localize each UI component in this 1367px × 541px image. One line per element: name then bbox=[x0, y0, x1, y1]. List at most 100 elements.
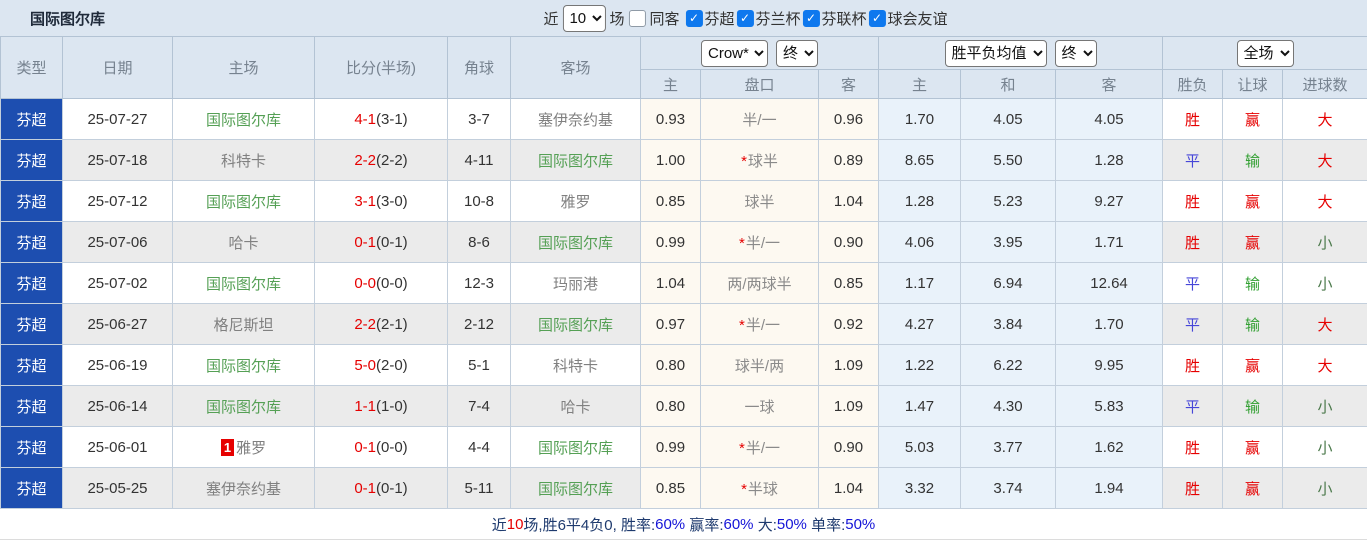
home-team[interactable]: 国际图尔库 bbox=[172, 385, 315, 427]
half-time-score: (2-1) bbox=[376, 315, 408, 333]
team-name[interactable]: 雅罗 bbox=[560, 194, 590, 211]
home-team[interactable]: 国际图尔库 bbox=[172, 98, 315, 140]
away-team[interactable]: 科特卡 bbox=[510, 344, 641, 386]
home-team[interactable]: 格尼斯坦 bbox=[172, 303, 315, 345]
match-date: 25-07-02 bbox=[62, 262, 173, 304]
avg-home-odds: 1.17 bbox=[878, 262, 962, 304]
filter-checkbox[interactable]: ✓ bbox=[868, 9, 886, 27]
avg-home-odds: 1.22 bbox=[878, 344, 962, 386]
summary-segment: 赢率: bbox=[685, 516, 724, 534]
match-date: 25-06-14 bbox=[62, 385, 173, 427]
focus-team-name[interactable]: 国际图尔库 bbox=[538, 235, 613, 252]
home-team[interactable]: 塞伊奈约基 bbox=[172, 467, 315, 509]
table-row: 芬超 25-07-06 哈卡 0-1(0-1) 8-6 国际图尔库 0.99 *… bbox=[0, 221, 1367, 263]
full-time-score: 2-2 bbox=[354, 151, 376, 169]
handicap-star: * bbox=[741, 480, 747, 498]
away-team[interactable]: 雅罗 bbox=[510, 180, 641, 222]
score-cell: 0-1(0-1) bbox=[314, 221, 448, 263]
away-team[interactable]: 国际图尔库 bbox=[510, 139, 641, 181]
summary-segment: 近 bbox=[491, 516, 507, 534]
home-team[interactable]: 科特卡 bbox=[172, 139, 315, 181]
league-type-badge: 芬超 bbox=[0, 98, 63, 140]
focus-team-name[interactable]: 国际图尔库 bbox=[206, 358, 281, 375]
summary-segment: 大: bbox=[753, 516, 777, 534]
filter-checkbox[interactable]: ✓ bbox=[685, 9, 703, 27]
focus-team-name[interactable]: 国际图尔库 bbox=[206, 194, 281, 211]
matches-label: 场 bbox=[609, 10, 625, 28]
handicap-odds-home: 0.80 bbox=[640, 385, 701, 427]
team-name[interactable]: 雅罗 bbox=[236, 440, 266, 457]
away-team[interactable]: 国际图尔库 bbox=[510, 426, 641, 468]
avg-away-odds: 1.94 bbox=[1055, 467, 1164, 509]
focus-team-name[interactable]: 国际图尔库 bbox=[538, 317, 613, 334]
handicap-result: 输 bbox=[1222, 262, 1284, 304]
avg-away-odds: 9.95 bbox=[1055, 344, 1164, 386]
focus-team-name[interactable]: 国际图尔库 bbox=[206, 112, 281, 129]
summary-line: 近 10 场,胜6平4负0, 胜率: 60% 赢率: 60% 大: 50% 单率: 50% bbox=[0, 509, 1367, 540]
match-date: 25-07-12 bbox=[62, 180, 173, 222]
home-team[interactable]: 哈卡 bbox=[172, 221, 315, 263]
match-date: 25-07-27 bbox=[62, 98, 173, 140]
filter-checkbox[interactable]: ✓ bbox=[802, 9, 820, 27]
match-date: 25-05-25 bbox=[62, 467, 173, 509]
team-name[interactable]: 哈卡 bbox=[228, 235, 258, 252]
team-name[interactable]: 科特卡 bbox=[553, 358, 598, 375]
team-name[interactable]: 哈卡 bbox=[560, 399, 590, 416]
handicap-odds-away: 1.09 bbox=[817, 344, 880, 386]
recent-count-select[interactable]: 10 bbox=[562, 4, 606, 32]
away-team[interactable]: 国际图尔库 bbox=[510, 467, 641, 509]
away-team[interactable]: 国际图尔库 bbox=[510, 303, 641, 345]
bookmaker-select[interactable]: Crow* bbox=[701, 39, 768, 67]
scope-select[interactable]: 全场 bbox=[1236, 39, 1294, 67]
away-team[interactable]: 国际图尔库 bbox=[510, 221, 641, 263]
focus-team-name[interactable]: 国际图尔库 bbox=[538, 481, 613, 498]
home-team[interactable]: 国际图尔库 bbox=[172, 180, 315, 222]
match-date: 25-07-06 bbox=[62, 221, 173, 263]
handicap-result: 赢 bbox=[1222, 180, 1284, 222]
team-name[interactable]: 塞伊奈约基 bbox=[538, 112, 613, 129]
avg-away-odds: 4.05 bbox=[1055, 98, 1164, 140]
focus-team-name[interactable]: 国际图尔库 bbox=[206, 276, 281, 293]
away-team[interactable]: 塞伊奈约基 bbox=[510, 98, 641, 140]
avg-away-odds: 1.70 bbox=[1055, 303, 1164, 345]
team-name[interactable]: 塞伊奈约基 bbox=[206, 481, 281, 498]
filter-checkbox[interactable]: ✓ bbox=[736, 9, 754, 27]
corner-count: 5-11 bbox=[447, 467, 511, 509]
corner-count: 4-4 bbox=[447, 426, 511, 468]
handicap-star: * bbox=[738, 439, 745, 457]
home-team[interactable]: 1 雅罗 bbox=[172, 426, 315, 468]
league-filter: ✓ 芬兰杯 bbox=[736, 8, 801, 29]
bookmaker-stage-select[interactable]: 终 bbox=[776, 39, 818, 67]
team-name[interactable]: 格尼斯坦 bbox=[213, 317, 273, 334]
handicap-star: * bbox=[738, 234, 745, 252]
focus-team-name[interactable]: 国际图尔库 bbox=[538, 440, 613, 457]
team-name[interactable]: 科特卡 bbox=[221, 153, 266, 170]
away-team[interactable]: 玛丽港 bbox=[510, 262, 641, 304]
goals-over-under: 小 bbox=[1282, 467, 1367, 509]
avg-home-odds: 1.70 bbox=[878, 98, 962, 140]
summary-segment: 10 bbox=[506, 515, 524, 533]
average-stage-select[interactable]: 终 bbox=[1054, 39, 1097, 67]
result-win-draw-loss: 胜 bbox=[1162, 467, 1224, 509]
col-header-avg-away: 客 bbox=[1055, 69, 1164, 99]
goals-over-under: 大 bbox=[1282, 139, 1367, 181]
goals-over-under: 大 bbox=[1282, 98, 1367, 140]
team-name[interactable]: 玛丽港 bbox=[553, 276, 598, 293]
full-time-score: 5-0 bbox=[354, 356, 376, 374]
handicap-odds-home: 1.00 bbox=[640, 139, 701, 181]
away-team[interactable]: 哈卡 bbox=[510, 385, 641, 427]
col-header-goals: 进球数 bbox=[1282, 69, 1367, 99]
col-header-type: 类型 bbox=[0, 36, 63, 99]
home-team[interactable]: 国际图尔库 bbox=[172, 344, 315, 386]
home-team[interactable]: 国际图尔库 bbox=[172, 262, 315, 304]
focus-team-name[interactable]: 国际图尔库 bbox=[206, 399, 281, 416]
summary-segment: 50% bbox=[776, 515, 807, 533]
average-type-select[interactable]: 胜平负均值 bbox=[944, 39, 1047, 67]
focus-team-name[interactable]: 国际图尔库 bbox=[538, 153, 613, 170]
corner-count: 7-4 bbox=[447, 385, 511, 427]
same-venue-checkbox[interactable] bbox=[628, 9, 646, 27]
result-win-draw-loss: 胜 bbox=[1162, 180, 1224, 222]
match-table-body: 芬超 25-07-27 国际图尔库 4-1(3-1) 3-7 塞伊奈约基 0.9… bbox=[0, 98, 1367, 509]
table-row: 芬超 25-07-02 国际图尔库 0-0(0-0) 12-3 玛丽港 1.04… bbox=[0, 262, 1367, 304]
summary-segment: 场,胜6平4负0, 胜率: bbox=[523, 516, 656, 534]
